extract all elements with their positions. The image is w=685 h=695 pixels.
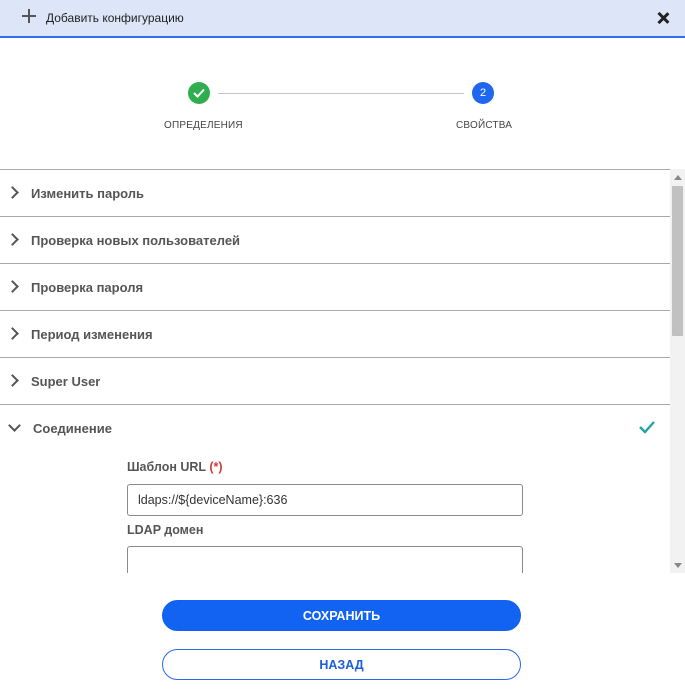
valid-check-icon xyxy=(639,421,655,434)
accordion-item-new-users-check[interactable]: Проверка новых пользователей xyxy=(0,216,670,263)
chevron-right-icon xyxy=(6,327,19,340)
accordion-item-super-user[interactable]: Super User xyxy=(0,357,670,404)
accordion-item-change-period[interactable]: Период изменения xyxy=(0,310,670,357)
accordion-item-password-check[interactable]: Проверка пароля xyxy=(0,263,670,310)
required-marker: (*) xyxy=(209,460,223,474)
accordion-item-label: Проверка пароля xyxy=(31,280,144,295)
scroll-down-arrow-icon[interactable] xyxy=(674,563,682,568)
accordion-item-label: Соединение xyxy=(33,421,112,436)
chevron-right-icon xyxy=(6,280,19,293)
url-template-input[interactable] xyxy=(127,484,523,516)
ldap-domain-label: LDAP домен xyxy=(127,523,204,537)
url-template-label: Шаблон URL (*) xyxy=(127,460,223,474)
accordion-connection-header[interactable]: Соединение xyxy=(0,405,670,451)
accordion-item-label: Super User xyxy=(31,374,101,389)
accordion-item-change-password[interactable]: Изменить пароль xyxy=(0,169,670,216)
plus-icon xyxy=(22,9,36,23)
dialog-title: Добавить конфигурацию xyxy=(46,11,184,25)
accordion-item-label: Изменить пароль xyxy=(31,186,145,201)
step-1-complete-icon xyxy=(188,82,210,104)
scrollbar-thumb[interactable] xyxy=(672,186,683,336)
save-button[interactable]: СОХРАНИТЬ xyxy=(162,600,521,631)
back-button[interactable]: НАЗАД xyxy=(162,649,521,680)
scroll-up-arrow-icon[interactable] xyxy=(674,175,682,180)
checkmark-icon xyxy=(193,88,205,98)
vertical-scrollbar[interactable] xyxy=(670,169,685,573)
chevron-right-icon xyxy=(6,186,19,199)
chevron-right-icon xyxy=(6,233,19,246)
ldap-domain-input[interactable] xyxy=(127,546,523,573)
settings-accordion: Изменить пароль Проверка новых пользоват… xyxy=(0,169,670,573)
stepper: 2 ОПРЕДЕЛЕНИЯ СВОЙСТВА xyxy=(0,38,685,169)
step-1-label: ОПРЕДЕЛЕНИЯ xyxy=(164,120,243,131)
dialog-header: Добавить конфигурацию xyxy=(0,0,685,38)
chevron-right-icon xyxy=(6,374,19,387)
accordion-item-connection: Соединение Шаблон URL (*) LDAP домен xyxy=(0,404,670,573)
accordion-item-label: Проверка новых пользователей xyxy=(31,233,241,248)
step-2-label: СВОЙСТВА xyxy=(456,120,513,131)
step-2-indicator: 2 xyxy=(472,82,494,104)
accordion-item-label: Период изменения xyxy=(31,327,153,342)
stepper-connector xyxy=(218,93,464,94)
close-icon[interactable] xyxy=(653,8,673,28)
chevron-down-icon xyxy=(8,419,21,432)
